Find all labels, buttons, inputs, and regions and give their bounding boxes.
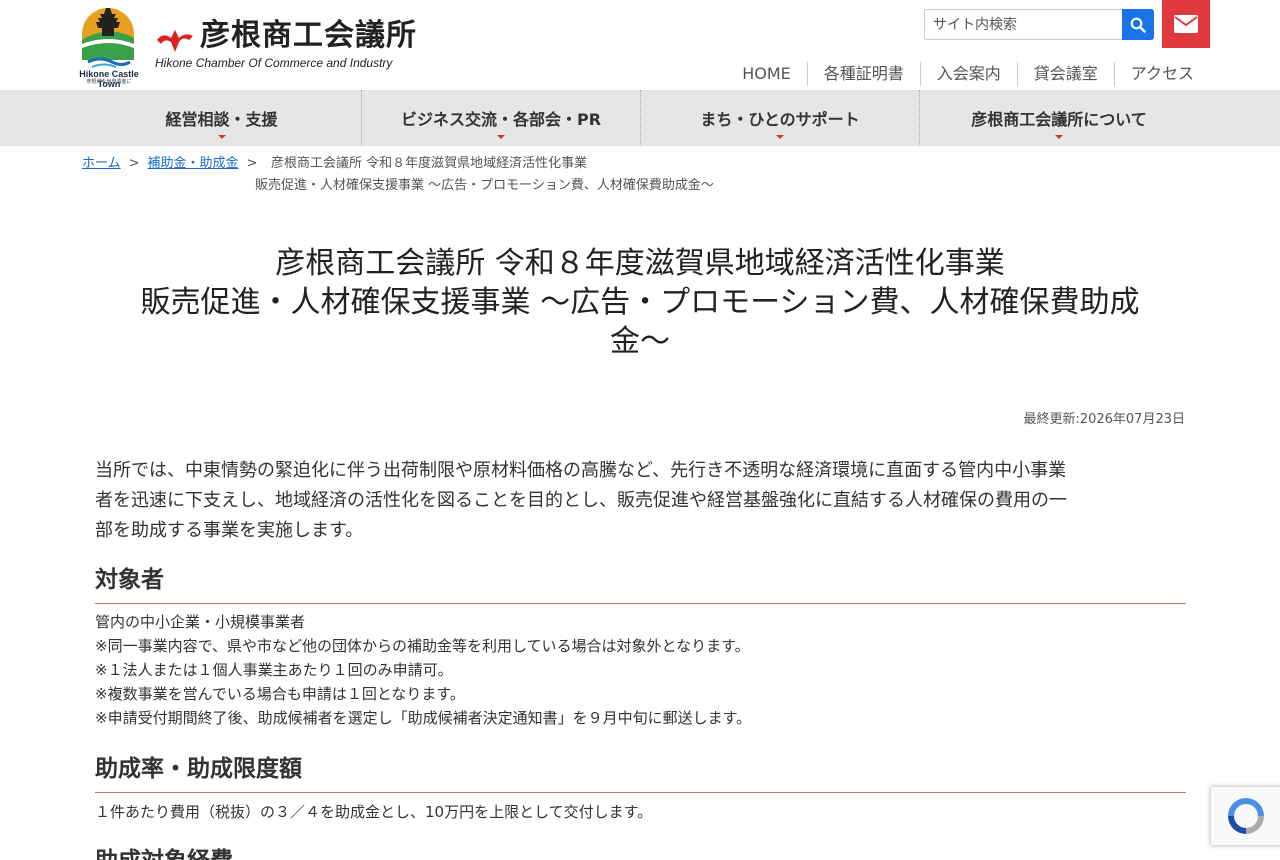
- caret-down-icon: [776, 135, 784, 139]
- last-updated: 最終更新:2026年07月23日: [1023, 412, 1185, 427]
- util-nav-membership[interactable]: 入会案内: [919, 62, 1017, 86]
- section-heading-rate: 助成率・助成限度額: [95, 753, 1186, 793]
- util-nav-home[interactable]: HOME: [726, 62, 807, 86]
- breadcrumb-current: 彦根商工会議所 令和８年度滋賀県地域経済活性化事業 販売促進・人材確保支援事業 …: [255, 153, 815, 197]
- target-line: ※申請受付期間終了後、助成候補者を選定し「助成候補者決定通知書」を９月中旬に郵送…: [95, 709, 752, 727]
- envelope-icon: [1174, 15, 1198, 33]
- brand-name[interactable]: 彦根商工会議所: [200, 16, 417, 56]
- brand-english-name: Hikone Chamber Of Commerce and Industry: [155, 56, 393, 70]
- contact-mail-button[interactable]: [1162, 0, 1210, 48]
- page-title: 彦根商工会議所 令和８年度滋賀県地域経済活性化事業 販売促進・人材確保支援事業 …: [96, 244, 1184, 361]
- caret-down-icon: [497, 135, 505, 139]
- global-nav-community-support[interactable]: まち・ひとのサポート: [640, 90, 919, 146]
- target-line: ※複数事業を営んでいる場合も申請は１回となります。: [95, 685, 465, 703]
- intro-line: 者を迅速に下支えし、地域経済の活性化を図ることを目的とし、販売促進や経営基盤強化…: [95, 490, 1067, 511]
- site-search-input[interactable]: [924, 9, 1122, 40]
- global-nav-consulting[interactable]: 経営相談・支援: [82, 90, 361, 146]
- breadcrumb-current-line: 販売促進・人材確保支援事業 ～広告・プロモーション費、人材確保費助成金～: [255, 178, 714, 193]
- global-nav-about[interactable]: 彦根商工会議所について: [919, 90, 1198, 146]
- section-body-target: 管内の中小企業・小規模事業者 ※同一事業内容で、県や市など他の団体からの補助金等…: [95, 610, 1186, 730]
- util-nav-certificates[interactable]: 各種証明書: [806, 62, 920, 86]
- intro-line: 当所では、中東情勢の緊迫化に伴う出荷制限や原材料価格の高騰など、先行き不透明な経…: [95, 460, 1067, 481]
- global-nav-label: まち・ひとのサポート: [700, 110, 860, 129]
- rate-line: １件あたり費用（税抜）の３／４を助成金とし、10万円を上限として交付します。: [95, 803, 653, 821]
- recaptcha-badge[interactable]: [1210, 786, 1280, 846]
- util-nav-meeting-rooms[interactable]: 貸会議室: [1016, 62, 1114, 86]
- search-button[interactable]: [1122, 9, 1154, 40]
- caret-down-icon: [217, 135, 226, 139]
- intro-line: 部を助成する事業を実施します。: [95, 520, 364, 541]
- utility-nav: HOME 各種証明書 入会案内 貸会議室 アクセス: [726, 62, 1210, 86]
- breadcrumb-separator: >: [128, 156, 140, 171]
- castle-town-subcaption: 彦根城を世界遺産に: [86, 79, 132, 85]
- recaptcha-icon: [1227, 798, 1264, 834]
- global-nav-label: 経営相談・支援: [165, 110, 278, 129]
- search-icon: [1130, 17, 1146, 33]
- breadcrumb-subsidy-link[interactable]: 補助金・助成金: [148, 156, 239, 171]
- global-nav-business-exchange[interactable]: ビジネス交流・各部会・PR: [361, 90, 640, 146]
- site-header: Hikone Castle Town 彦根城を世界遺産に 彦根商工会議所 Hik…: [0, 0, 1280, 90]
- chamber-logo-mark-icon[interactable]: [155, 24, 195, 54]
- global-nav: 経営相談・支援 ビジネス交流・各部会・PR まち・ひとのサポート 彦根商工会議所…: [0, 90, 1280, 146]
- section-heading-target: 対象者: [95, 564, 1186, 604]
- page-title-line: 彦根商工会議所 令和８年度滋賀県地域経済活性化事業: [275, 246, 1005, 281]
- section-body-rate: １件あたり費用（税抜）の３／４を助成金とし、10万円を上限として交付します。: [95, 800, 1186, 824]
- target-line: ※１法人または１個人事業主あたり１回のみ申請可。: [95, 661, 453, 679]
- page-title-line: 販売促進・人材確保支援事業 ～広告・プロモーション費、人材確保費助成: [140, 285, 1140, 320]
- target-line: ※同一事業内容で、県や市など他の団体からの補助金等を利用している場合は対象外とな…: [95, 637, 750, 655]
- global-nav-label: 彦根商工会議所について: [971, 110, 1147, 129]
- breadcrumb-current-line: 彦根商工会議所 令和８年度滋賀県地域経済活性化事業: [271, 156, 588, 171]
- intro-paragraph: 当所では、中東情勢の緊迫化に伴う出荷制限や原材料価格の高騰など、先行き不透明な経…: [95, 456, 1187, 546]
- breadcrumb: ホーム > 補助金・助成金 > 彦根商工会議所 令和８年度滋賀県地域経済活性化事業 販…: [82, 153, 1192, 193]
- global-nav-label: ビジネス交流・各部会・PR: [400, 110, 602, 129]
- util-nav-access[interactable]: アクセス: [1113, 62, 1210, 86]
- page-title-line: 金～: [610, 324, 670, 359]
- breadcrumb-home-link[interactable]: ホーム: [82, 156, 121, 171]
- caret-down-icon: [1055, 135, 1063, 139]
- target-line: 管内の中小企業・小規模事業者: [95, 613, 306, 631]
- section-heading-expenses: 助成対象経費: [95, 845, 1186, 860]
